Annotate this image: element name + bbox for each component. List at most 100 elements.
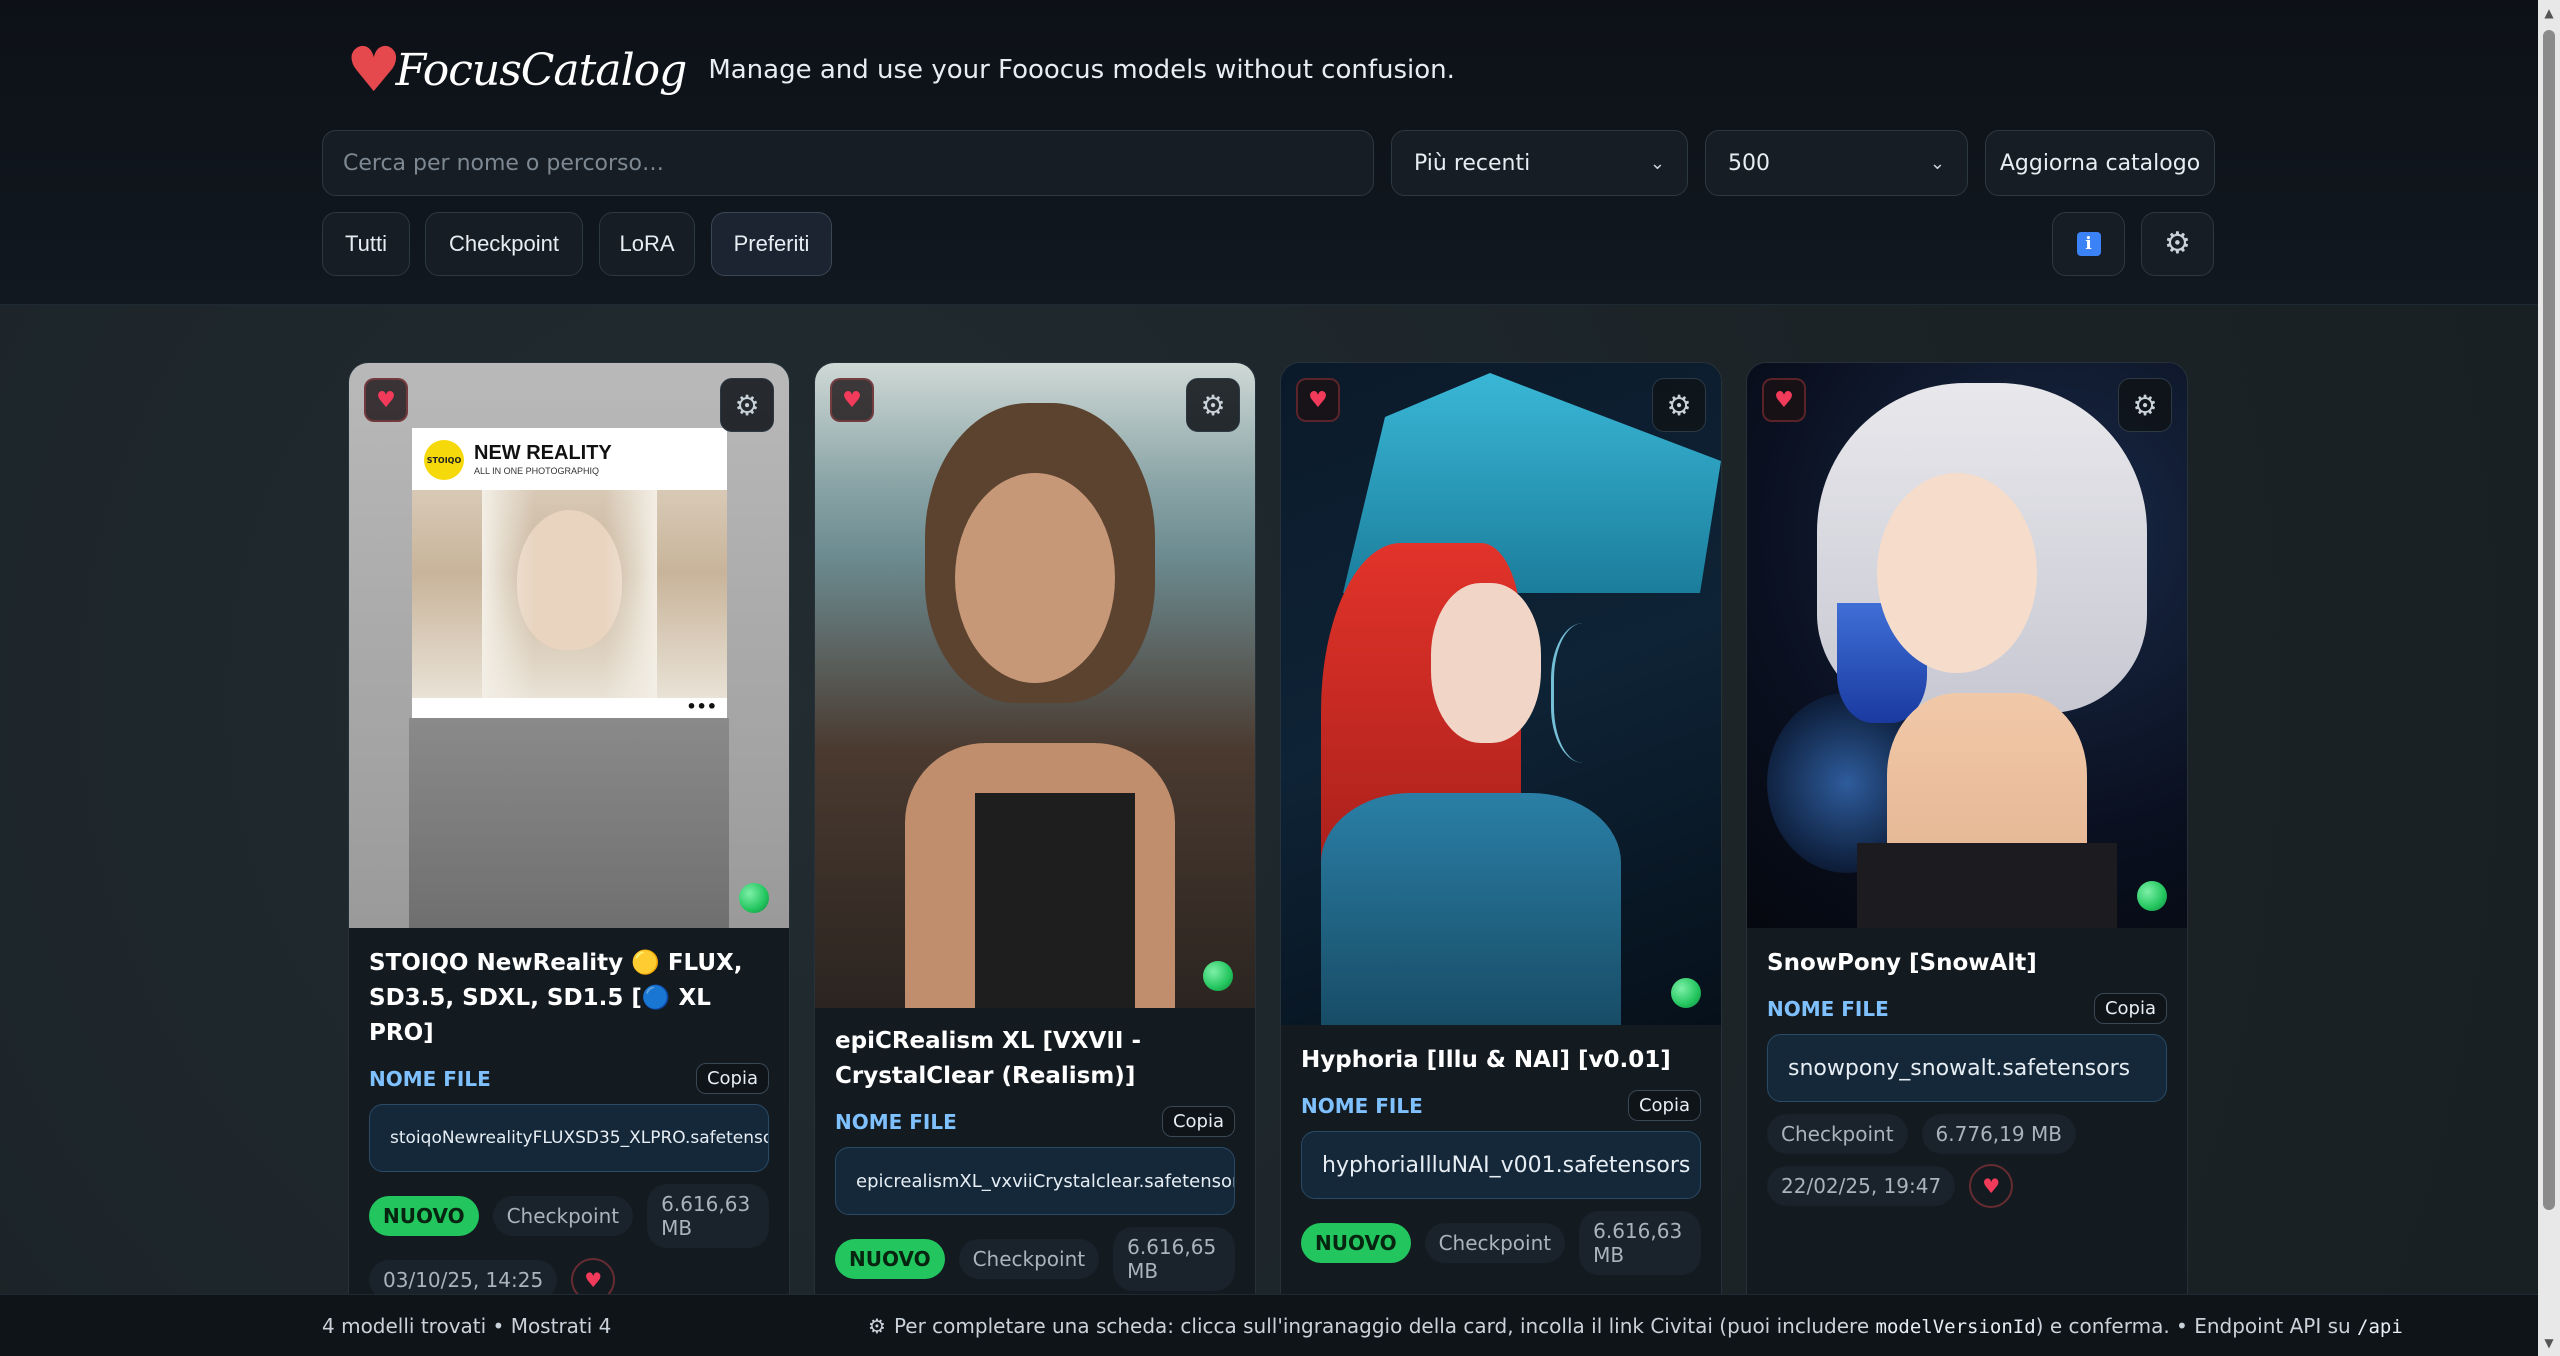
scroll-down-icon[interactable]: ▼ xyxy=(2542,1336,2556,1350)
nome-file-label: NOME FILE xyxy=(1767,996,1889,1021)
thumbnail-face xyxy=(1877,473,2037,673)
heart-icon: ♥ xyxy=(1308,387,1328,413)
scrollbar-thumb[interactable] xyxy=(2543,30,2555,1210)
card-settings-button[interactable]: ⚙ xyxy=(2118,378,2172,432)
card-body: STOIQO NewReality 🟡 FLUX, SD3.5, SDXL, S… xyxy=(369,946,769,1294)
model-thumbnail[interactable] xyxy=(815,363,1255,1008)
model-type: Checkpoint xyxy=(492,1196,634,1236)
favorite-button[interactable]: ♥ xyxy=(364,378,408,422)
hint-code: modelVersionId xyxy=(1875,1315,2036,1338)
api-endpoint: /api xyxy=(2357,1315,2403,1338)
model-thumbnail[interactable]: STOIQO NEW REALITY ALL IN ONE PHOTOGRAPH… xyxy=(349,363,789,928)
file-size: 6.616,65 MB xyxy=(1113,1227,1235,1291)
more-dots-icon: ••• xyxy=(686,697,717,716)
brand[interactable]: ♥ FocusCatalog Manage and use your Foooc… xyxy=(346,30,1455,110)
model-card[interactable]: STOIQO NEW REALITY ALL IN ONE PHOTOGRAPH… xyxy=(348,362,790,1294)
header: ♥ FocusCatalog Manage and use your Foooc… xyxy=(0,0,2538,305)
model-title: STOIQO NewReality 🟡 FLUX, SD3.5, SDXL, S… xyxy=(369,950,743,1046)
logo-text: FocusCatalog xyxy=(395,44,688,96)
heart-icon: ♥ xyxy=(584,1268,603,1292)
model-title: SnowPony [SnowAlt] xyxy=(1767,950,2037,976)
sort-select-value: Più recenti xyxy=(1414,150,1531,176)
model-type: Checkpoint xyxy=(958,1239,1100,1279)
model-title: Hyphoria [Illu & NAI] [v0.01] xyxy=(1301,1047,1671,1073)
heart-icon: ♥ xyxy=(376,387,396,413)
limit-select[interactable]: 500 ⌄ xyxy=(1705,130,1968,196)
thumbnail-brand: NEW REALITY xyxy=(474,442,612,464)
file-size: 6.616,63 MB xyxy=(1579,1211,1701,1275)
new-badge: NUOVO xyxy=(1301,1223,1411,1263)
card-body: SnowPony [SnowAlt] NOME FILE Copia snowp… xyxy=(1767,946,2167,1208)
status-indicator xyxy=(1671,978,1701,1008)
card-body: Hyphoria [Illu & NAI] [v0.01] NOME FILE … xyxy=(1301,1043,1701,1275)
info-icon: i xyxy=(2076,232,2101,256)
gear-icon: ⚙ xyxy=(1200,388,1226,422)
card-body: epiCRealism XL [VXVII - CrystalClear (Re… xyxy=(835,1024,1235,1291)
refresh-catalog-button[interactable]: Aggiorna catalogo xyxy=(1985,130,2215,196)
file-size: 6.776,19 MB xyxy=(1921,1114,2076,1154)
nome-file-label: NOME FILE xyxy=(369,1066,491,1091)
new-badge: NUOVO xyxy=(369,1196,479,1236)
filter-lora[interactable]: LoRA xyxy=(599,212,695,276)
thumbnail-lightning xyxy=(1551,623,1631,763)
blue-circle-emoji: 🔵 xyxy=(641,985,671,1011)
copy-button[interactable]: Copia xyxy=(2093,993,2167,1024)
info-button[interactable]: i xyxy=(2052,212,2125,276)
tagline: Manage and use your Fooocus models witho… xyxy=(708,55,1455,85)
copy-button[interactable]: Copia xyxy=(695,1063,769,1094)
thumbnail-coat xyxy=(409,718,729,928)
footer-hint: ⚙ Per completare una scheda: clicca sull… xyxy=(868,1314,2403,1338)
thumbnail-face xyxy=(1431,583,1541,743)
copy-button[interactable]: Copia xyxy=(1627,1090,1701,1121)
favorite-button[interactable]: ♥ xyxy=(830,378,874,422)
sort-select[interactable]: Più recenti ⌄ xyxy=(1391,130,1688,196)
gear-icon: ⚙ xyxy=(2164,226,2191,261)
model-card[interactable]: ♥ ⚙ SnowPony [SnowAlt] NOME FILE Copia s… xyxy=(1746,362,2188,1294)
heart-logo-icon: ♥ xyxy=(346,33,402,106)
filter-all[interactable]: Tutti xyxy=(322,212,410,276)
status-indicator xyxy=(1203,961,1233,991)
thumbnail-post-frame: STOIQO NEW REALITY ALL IN ONE PHOTOGRAPH… xyxy=(412,428,727,718)
thumbnail-dress xyxy=(1857,843,2117,928)
model-type: Checkpoint xyxy=(1424,1223,1566,1263)
file-size: 6.616,63 MB xyxy=(647,1184,769,1248)
favorite-toggle[interactable]: ♥ xyxy=(571,1258,616,1294)
thumbnail-portrait xyxy=(412,490,727,698)
stoiqo-logo: STOIQO xyxy=(424,440,464,480)
search-input[interactable] xyxy=(322,130,1374,196)
copy-button[interactable]: Copia xyxy=(1161,1106,1235,1137)
gear-icon: ⚙ xyxy=(868,1313,886,1338)
gear-icon: ⚙ xyxy=(1666,388,1692,422)
scrollbar[interactable]: ▲ ▼ xyxy=(2538,0,2560,1356)
filename-field[interactable]: stoiqoNewrealityFLUXSD35_XLPRO.safetenso… xyxy=(369,1104,769,1172)
settings-button[interactable]: ⚙ xyxy=(2141,212,2214,276)
card-settings-button[interactable]: ⚙ xyxy=(1652,378,1706,432)
model-card[interactable]: ♥ ⚙ epiCRealism XL [VXVII - CrystalClear… xyxy=(814,362,1256,1294)
filter-favorites[interactable]: Preferiti xyxy=(711,212,832,276)
model-date: 03/10/25, 14:25 xyxy=(369,1260,558,1294)
new-badge: NUOVO xyxy=(835,1239,945,1279)
filter-checkpoint[interactable]: Checkpoint xyxy=(425,212,583,276)
model-title: epiCRealism XL [VXVII - CrystalClear (Re… xyxy=(835,1028,1141,1089)
chevron-down-icon: ⌄ xyxy=(1929,152,1945,174)
nome-file-label: NOME FILE xyxy=(835,1109,957,1134)
card-settings-button[interactable]: ⚙ xyxy=(1186,378,1240,432)
footer: 4 modelli trovati • Mostrati 4 ⚙ Per com… xyxy=(0,1294,2538,1356)
scroll-up-icon[interactable]: ▲ xyxy=(2542,6,2556,20)
card-settings-button[interactable]: ⚙ xyxy=(720,378,774,432)
filename-field[interactable]: hyphoriaIlluNAI_v001.safetensors xyxy=(1301,1131,1701,1199)
hint-text-mid: ) e conferma. • Endpoint API su xyxy=(2035,1313,2358,1338)
filename-field[interactable]: snowpony_snowalt.safetensors xyxy=(1767,1034,2167,1102)
limit-select-value: 500 xyxy=(1728,150,1770,176)
model-card[interactable]: ♥ ⚙ Hyphoria [Illu & NAI] [v0.01] NOME F… xyxy=(1280,362,1722,1294)
yellow-circle-emoji: 🟡 xyxy=(631,950,660,976)
model-date: 22/02/25, 19:47 xyxy=(1767,1166,1956,1206)
favorite-button[interactable]: ♥ xyxy=(1762,378,1806,422)
model-thumbnail[interactable] xyxy=(1281,363,1721,1025)
heart-icon: ♥ xyxy=(842,387,862,413)
filename-field[interactable]: epicrealismXL_vxviiCrystalclear.safetens… xyxy=(835,1147,1235,1215)
favorite-button[interactable]: ♥ xyxy=(1296,378,1340,422)
status-indicator xyxy=(739,883,769,913)
favorite-toggle[interactable]: ♥ xyxy=(1969,1164,2014,1208)
model-thumbnail[interactable] xyxy=(1747,363,2187,928)
